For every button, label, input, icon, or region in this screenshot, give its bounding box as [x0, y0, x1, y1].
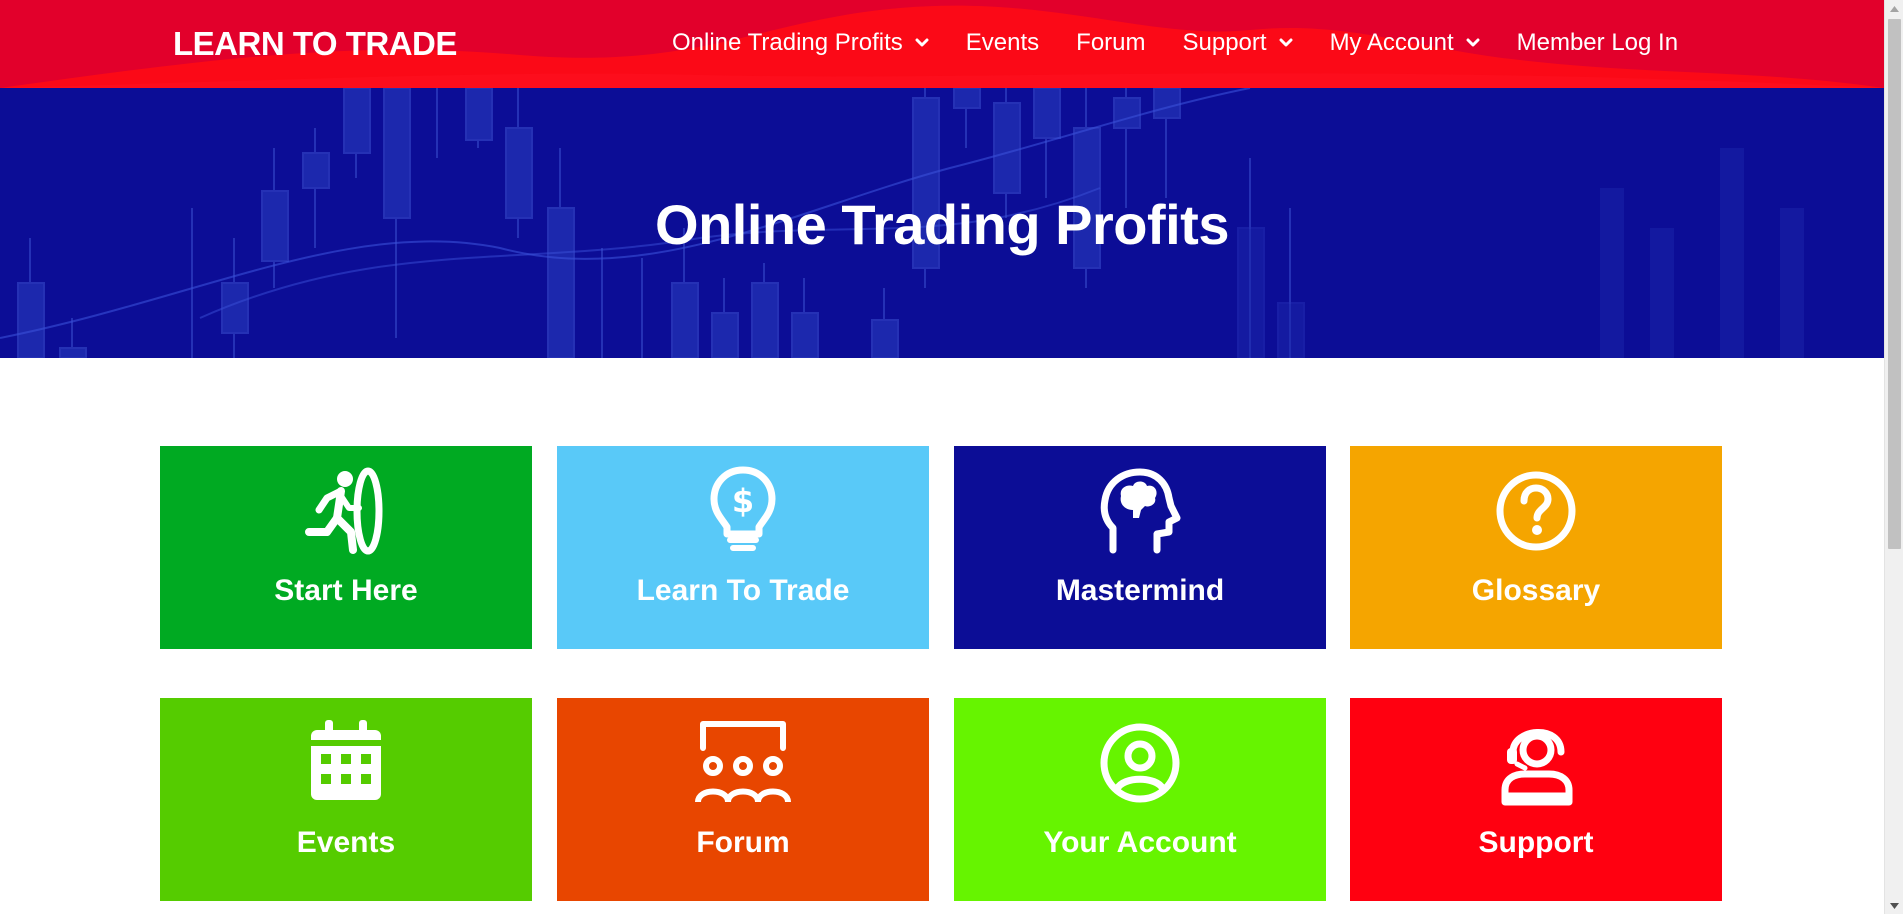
lightbulb-dollar-icon: $: [710, 466, 776, 551]
nav-label: Online Trading Profits: [672, 29, 903, 56]
nav-label: Support: [1182, 29, 1267, 56]
tile-events[interactable]: Events: [160, 698, 532, 901]
tile-icon-wrap: [1350, 466, 1722, 556]
nav-my-account[interactable]: My Account: [1330, 29, 1480, 57]
tile-icon-wrap: [160, 466, 532, 556]
scroll-down-arrow-icon[interactable]: [1885, 897, 1903, 914]
tile-label: Start Here: [274, 574, 418, 607]
user-circle-icon: [1100, 723, 1180, 803]
main-nav: Online Trading Profits Events Forum Supp…: [672, 29, 1678, 57]
nav-label: Events: [965, 29, 1040, 56]
tile-icon-wrap: [557, 718, 929, 808]
tile-start-here[interactable]: Start Here: [160, 446, 532, 649]
nav-label: Member Log In: [1516, 29, 1679, 56]
tile-support[interactable]: Support: [1350, 698, 1722, 901]
tile-icon-wrap: $: [557, 466, 929, 556]
page: LEARN TO TRADE Online Trading Profits Ev…: [0, 0, 1884, 914]
scroll-up-arrow-icon[interactable]: [1885, 0, 1903, 17]
scrollbar-thumb[interactable]: [1888, 19, 1901, 549]
nav-online-trading-profits[interactable]: Online Trading Profits: [672, 29, 929, 57]
nav-member-log-in[interactable]: Member Log In: [1517, 29, 1678, 57]
group-meeting-icon: [695, 721, 791, 803]
nav-label: My Account: [1329, 29, 1454, 56]
tile-icon-wrap: [1350, 718, 1722, 808]
site-logo[interactable]: LEARN TO TRADE: [173, 25, 457, 63]
tile-your-account[interactable]: Your Account: [954, 698, 1326, 901]
site-header: LEARN TO TRADE Online Trading Profits Ev…: [0, 0, 1884, 88]
nav-label: Forum: [1076, 29, 1146, 56]
tile-icon-wrap: [954, 466, 1326, 556]
tile-label: Support: [1478, 826, 1594, 859]
tile-label: Forum: [696, 826, 790, 859]
head-brain-icon: [1100, 468, 1181, 554]
tile-glossary[interactable]: Glossary: [1350, 446, 1722, 649]
headset-support-icon: [1501, 729, 1573, 806]
chevron-down-icon: [915, 38, 929, 47]
tile-label: Events: [296, 826, 396, 859]
nav-forum[interactable]: Forum: [1076, 29, 1145, 57]
tile-forum[interactable]: Forum: [557, 698, 929, 901]
tile-learn-to-trade[interactable]: $ Learn To Trade: [557, 446, 929, 649]
vertical-scrollbar[interactable]: [1884, 0, 1903, 914]
tile-label: Your Account: [1043, 826, 1237, 859]
tile-mastermind[interactable]: Mastermind: [954, 446, 1326, 649]
question-circle-icon: [1496, 471, 1576, 551]
tile-label: Glossary: [1471, 574, 1601, 607]
tile-label: Mastermind: [1055, 574, 1225, 607]
chevron-down-icon: [1466, 38, 1480, 47]
calendar-icon: [311, 720, 381, 800]
hero-banner: Online Trading Profits: [0, 88, 1884, 358]
tile-icon-wrap: [954, 718, 1326, 808]
tile-label: Learn To Trade: [636, 574, 850, 607]
chevron-down-icon: [1279, 38, 1293, 47]
tile-icon-wrap: [160, 718, 532, 808]
svg-text:$: $: [732, 482, 754, 520]
nav-support[interactable]: Support: [1183, 29, 1293, 57]
running-person-door-icon: [305, 467, 383, 555]
nav-events[interactable]: Events: [966, 29, 1039, 57]
page-title: Online Trading Profits: [655, 193, 1229, 256]
